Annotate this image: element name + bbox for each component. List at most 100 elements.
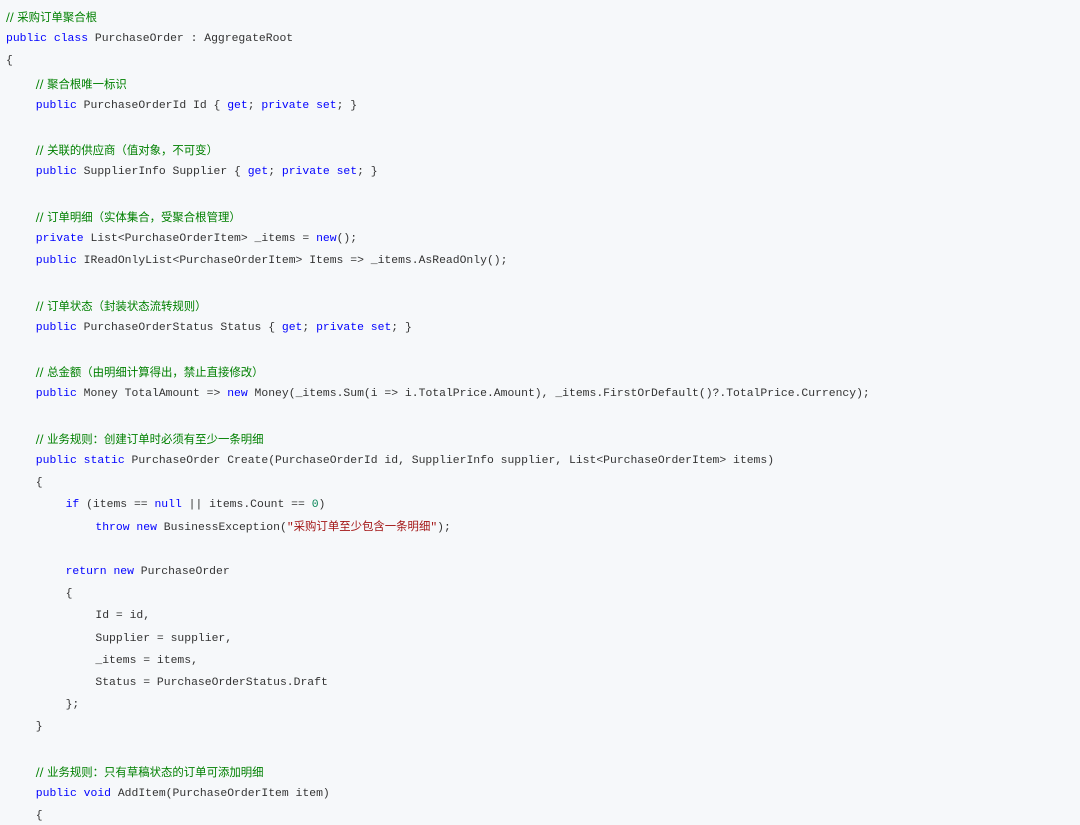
code-keyword: public: [35, 788, 77, 800]
code-keyword: public: [35, 166, 77, 179]
code-keyword: public: [35, 255, 77, 268]
code-line: _items = items,: [95, 652, 198, 670]
code-line: private List<PurchaseOrderItem> _items =…: [36, 230, 357, 248]
code-text: ): [318, 499, 326, 512]
code-comment: // 总金额（由明细计算得出，禁止直接修改）: [35, 365, 264, 380]
code-line: // 总金额（由明细计算得出，禁止直接修改）: [36, 363, 264, 381]
code-keyword: new: [227, 388, 248, 401]
code-comment: // 业务规则：创建订单时必须有至少一条明细: [35, 431, 264, 446]
code-comment: // 业务规则：只有草稿状态的订单可添加明细: [35, 764, 264, 779]
code-text: PurchaseOrder: [133, 566, 230, 578]
code-comment: // 采购订单聚合根: [6, 10, 98, 24]
code-line: {: [36, 807, 43, 825]
code-keyword: private: [35, 233, 84, 245]
code-keyword: private: [261, 99, 310, 112]
code-line: public PurchaseOrderStatus Status { get;…: [36, 319, 412, 337]
code-line: {: [66, 585, 73, 603]
code-block: // 采购订单聚合根 public class PurchaseOrder : A…: [0, 0, 1080, 823]
code-text: );: [437, 521, 451, 534]
code-keyword: set: [316, 99, 337, 112]
code-keyword: get: [227, 99, 248, 112]
code-text: Money TotalAmount =>: [76, 388, 228, 401]
code-line: public static PurchaseOrder Create(Purch…: [36, 452, 774, 470]
code-keyword: public: [35, 388, 77, 401]
code-number: 0: [311, 499, 319, 512]
code-line: public PurchaseOrderId Id { get; private…: [36, 97, 357, 115]
code-line: }: [36, 718, 43, 736]
code-text: AddItem(PurchaseOrderItem item): [111, 788, 330, 800]
code-text: ;: [302, 321, 317, 334]
code-text: ; }: [391, 321, 412, 334]
code-keyword: get: [247, 166, 269, 179]
code-line: public void AddItem(PurchaseOrderItem it…: [36, 785, 330, 803]
code-line: public class PurchaseOrder : AggregateRo…: [6, 30, 293, 48]
code-comment: // 关联的供应商（值对象，不可变）: [35, 143, 218, 158]
code-text: (items ==: [79, 499, 155, 512]
code-string: "采购订单至少包含一条明细": [286, 521, 438, 534]
code-text: {: [35, 477, 43, 490]
code-text: || items.Count ==: [181, 499, 312, 512]
code-line: Status = PurchaseOrderStatus.Draft: [95, 674, 327, 692]
code-line: // 订单明细（实体集合，受聚合根管理）: [36, 208, 241, 226]
code-text: ; }: [357, 166, 378, 179]
code-line: // 业务规则：只有草稿状态的订单可添加明细: [36, 763, 264, 781]
code-keyword: new: [136, 521, 157, 534]
code-line: Id = id,: [95, 607, 150, 625]
code-keyword: null: [154, 499, 182, 512]
code-keyword: new: [113, 566, 134, 578]
code-keyword: if: [65, 499, 80, 512]
code-keyword: void: [83, 788, 111, 800]
code-text: IReadOnlyList<PurchaseOrderItem> Items =…: [76, 255, 508, 268]
code-keyword: public: [35, 455, 77, 467]
code-text: ();: [336, 233, 358, 245]
code-keyword: get: [281, 321, 303, 334]
code-line: // 聚合根唯一标识: [36, 75, 127, 93]
code-text: };: [65, 699, 80, 712]
code-keyword: private: [316, 321, 364, 334]
code-line: public SupplierInfo Supplier { get; priv…: [36, 163, 378, 181]
code-keyword: return: [65, 566, 107, 578]
code-text: {: [6, 55, 13, 68]
code-keyword: set: [370, 321, 392, 334]
code-text: PurchaseOrder : AggregateRoot: [88, 33, 294, 46]
code-keyword: throw: [95, 521, 130, 534]
code-line: {: [6, 52, 13, 70]
code-line: {: [36, 474, 43, 492]
code-line: return new PurchaseOrder: [66, 563, 230, 581]
code-line: // 订单状态（封装状态流转规则）: [36, 297, 207, 315]
code-line: // 采购订单聚合根: [6, 8, 97, 26]
code-comment: // 订单状态（封装状态流转规则）: [35, 298, 207, 313]
code-keyword: public: [35, 321, 77, 334]
code-keyword: private: [281, 166, 330, 179]
code-comment: // 聚合根唯一标识: [35, 76, 127, 91]
code-text: BusinessException(: [156, 521, 287, 534]
code-text: Id = id,: [95, 610, 151, 623]
code-text: _items = items,: [95, 654, 198, 667]
code-keyword: set: [336, 166, 358, 179]
code-line: };: [66, 696, 80, 714]
code-line: throw new BusinessException("采购订单至少包含一条明…: [95, 519, 450, 537]
code-text: List<PurchaseOrderItem> _items =: [83, 233, 317, 245]
code-text: {: [35, 810, 43, 823]
code-line: Supplier = supplier,: [95, 630, 232, 648]
code-keyword: class: [53, 33, 89, 46]
code-line: public Money TotalAmount => new Money(_i…: [36, 385, 870, 403]
code-comment: // 订单明细（实体集合，受聚合根管理）: [35, 209, 241, 224]
code-text: {: [65, 588, 73, 601]
code-line: // 关联的供应商（值对象，不可变）: [36, 141, 218, 159]
code-text: SupplierInfo Supplier {: [76, 166, 248, 179]
code-text: }: [35, 721, 43, 734]
code-keyword: new: [316, 233, 337, 245]
code-text: ;: [247, 99, 262, 112]
code-text: Supplier = supplier,: [95, 632, 233, 645]
code-text: Money(_items.Sum(i => i.TotalPrice.Amoun…: [247, 388, 870, 401]
code-keyword: public: [35, 99, 77, 112]
code-text: ; }: [336, 99, 358, 112]
code-text: PurchaseOrderId Id {: [76, 99, 228, 112]
code-line: if (items == null || items.Count == 0): [66, 496, 326, 514]
code-text: ;: [268, 166, 282, 179]
